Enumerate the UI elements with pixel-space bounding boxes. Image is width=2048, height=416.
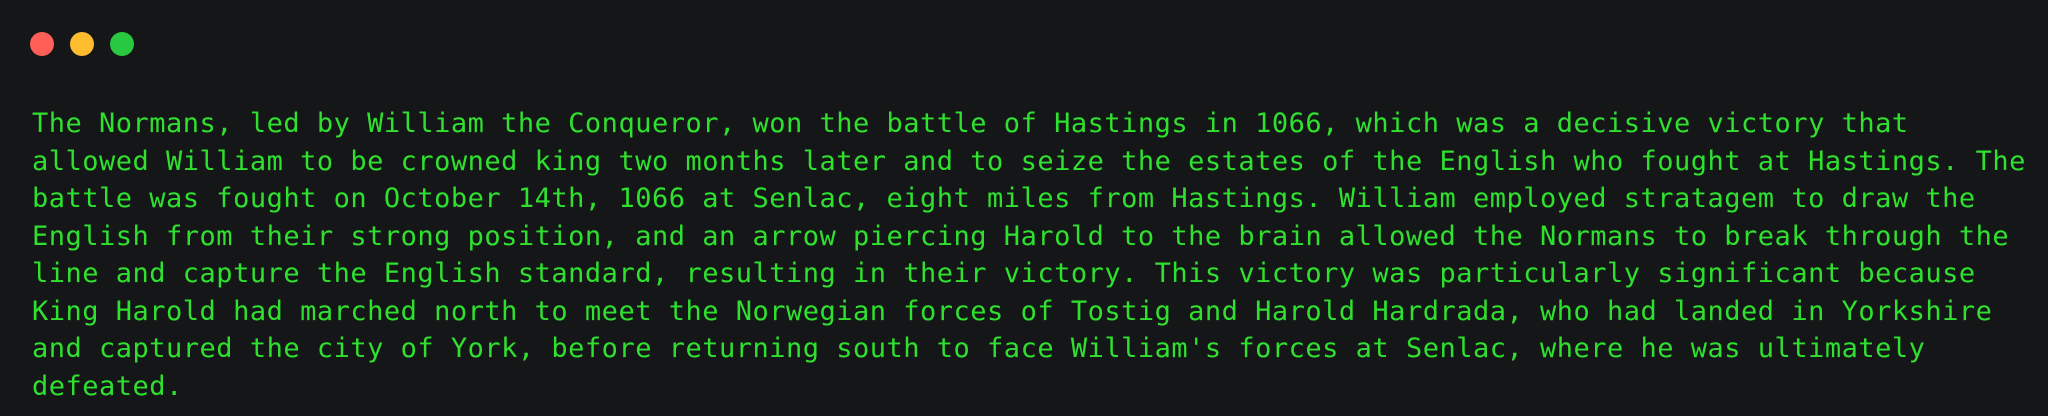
title-bar [0,0,2048,88]
text-line: English from their strong position, and … [32,220,2010,252]
terminal-window: The Normans, led by William the Conquero… [0,0,2048,416]
text-output: The Normans, led by William the Conquero… [32,105,2032,405]
text-line: King Harold had marched north to meet th… [32,295,1993,327]
text-line: The Normans, led by William the Conquero… [32,108,1909,139]
close-icon[interactable] [30,32,54,56]
window-controls [30,32,134,56]
minimize-icon[interactable] [70,32,94,56]
text-line: defeated. [32,370,183,402]
text-line: battle was fought on October 14th, 1066 … [32,183,1976,214]
maximize-icon[interactable] [110,32,134,56]
text-line: and captured the city of York, before re… [32,333,1926,364]
text-line: line and capture the English standard, r… [32,258,1976,289]
text-line: allowed William to be crowned king two m… [32,145,2026,177]
